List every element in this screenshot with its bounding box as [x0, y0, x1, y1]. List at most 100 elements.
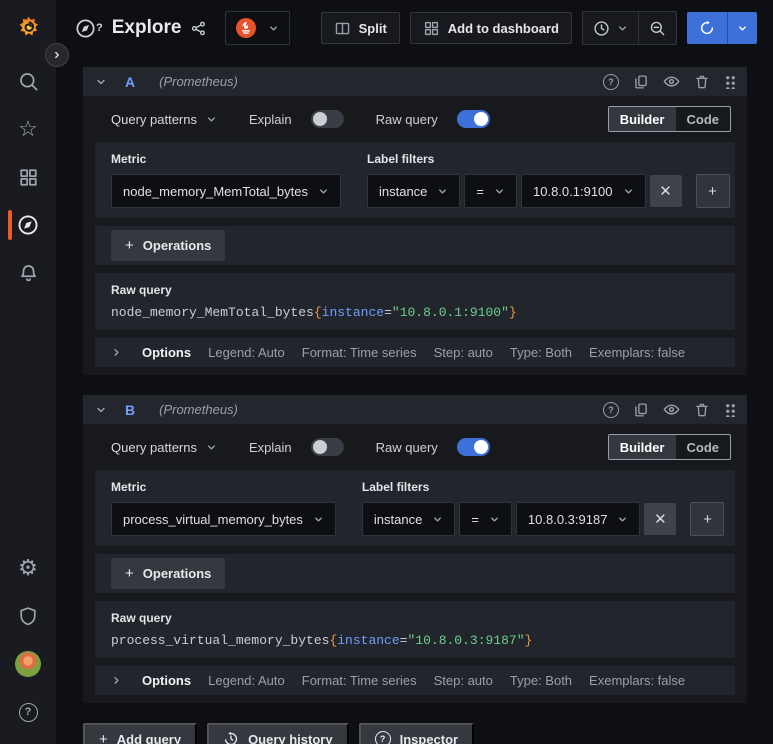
options-row[interactable]: Options Legend: Auto Format: Time series… — [95, 666, 735, 695]
split-button[interactable]: Split — [320, 12, 400, 44]
chevron-down-icon — [437, 186, 448, 197]
remove-filter-button[interactable]: ✕ — [649, 175, 682, 207]
sidebar-item-explore[interactable] — [0, 201, 56, 249]
inspector-button[interactable]: Inspector — [358, 723, 475, 744]
filter-key-select[interactable]: instance — [366, 174, 461, 208]
plus-icon: + — [125, 237, 134, 254]
user-avatar — [15, 651, 41, 677]
raw-query-title: Raw query — [111, 611, 172, 625]
plus-icon: + — [125, 565, 134, 582]
query-row-header[interactable]: A (Prometheus) — [83, 67, 747, 96]
explain-toggle[interactable] — [310, 110, 344, 128]
topbar: Explore Split Add to dashboard — [56, 0, 773, 56]
builder-mode-tab[interactable]: Builder — [608, 107, 676, 131]
label-filters-field: Label filters instance = — [366, 152, 730, 208]
sidebar-item-alerting[interactable] — [0, 249, 56, 297]
add-operations-button[interactable]: + Operations — [111, 558, 226, 589]
query-patterns-dropdown[interactable]: Query patterns — [111, 440, 217, 455]
drag-handle-icon[interactable] — [724, 74, 735, 89]
query-row-header[interactable]: B (Prometheus) — [83, 395, 747, 424]
remove-query-trash-icon[interactable] — [694, 74, 710, 90]
datasource-picker[interactable] — [225, 11, 291, 45]
filter-value-select[interactable]: 10.8.0.3:9187 — [515, 502, 641, 536]
add-to-dashboard-label: Add to dashboard — [447, 20, 559, 36]
metric-select[interactable]: process_virtual_memory_bytes — [111, 502, 336, 536]
sidebar-item-dashboards[interactable] — [0, 153, 56, 201]
metric-select-value: node_memory_MemTotal_bytes — [123, 183, 308, 199]
disable-query-eye-icon[interactable] — [663, 73, 680, 90]
query-ref-id: A — [125, 73, 136, 90]
duplicate-query-icon[interactable] — [633, 74, 649, 90]
remove-filter-button[interactable]: ✕ — [644, 503, 677, 535]
page-title: Explore — [111, 17, 182, 38]
dashboards-grid-icon — [18, 167, 39, 188]
add-operations-button[interactable]: + Operations — [111, 230, 226, 261]
code-mode-tab[interactable]: Code — [676, 435, 730, 459]
share-icon[interactable] — [190, 20, 207, 37]
code-close-brace: } — [508, 305, 517, 320]
code-mode-tab[interactable]: Code — [676, 107, 730, 131]
query-history-button[interactable]: Query history — [207, 723, 349, 744]
query-help-icon[interactable] — [603, 73, 619, 90]
info-circle-icon — [374, 731, 391, 744]
chevron-down-icon — [617, 23, 628, 34]
raw-query-title: Raw query — [111, 283, 172, 297]
label-filters-field: Label filters instance = — [361, 480, 725, 536]
sidebar-nav: ☆ ⚙ — [0, 0, 56, 744]
filter-operator-value: = — [476, 183, 484, 199]
sidebar-item-starred[interactable]: ☆ — [0, 105, 56, 153]
chevron-down-icon — [623, 186, 634, 197]
sidebar-item-server-admin[interactable] — [0, 592, 56, 640]
chevron-down-icon — [318, 186, 329, 197]
options-row[interactable]: Options Legend: Auto Format: Time series… — [95, 338, 735, 367]
filter-operator-select[interactable]: = — [459, 502, 512, 536]
remove-query-trash-icon[interactable] — [694, 402, 710, 418]
refresh-interval-dropdown[interactable] — [727, 12, 757, 44]
metric-select-value: process_virtual_memory_bytes — [123, 511, 303, 527]
query-patterns-dropdown[interactable]: Query patterns — [111, 112, 217, 127]
sidebar-item-configuration[interactable]: ⚙ — [0, 544, 56, 592]
filter-value-select[interactable]: 10.8.0.1:9100 — [521, 174, 646, 208]
filter-key-select[interactable]: instance — [361, 502, 456, 536]
sidebar-expand-button[interactable] — [45, 43, 69, 67]
sidebar-item-profile[interactable] — [0, 640, 56, 688]
raw-query-toggle[interactable] — [456, 438, 490, 456]
explain-toggle[interactable] — [310, 438, 344, 456]
sidebar-item-help[interactable] — [0, 688, 56, 736]
query-history-label: Query history — [248, 731, 333, 744]
run-query-button[interactable] — [687, 12, 727, 44]
metric-select[interactable]: node_memory_MemTotal_bytes — [111, 174, 341, 208]
query-toolbar: Query patterns Explain Raw query Builder… — [95, 106, 735, 142]
grafana-logo-icon[interactable] — [15, 15, 42, 47]
star-icon: ☆ — [18, 116, 38, 141]
add-filter-button[interactable]: + — [690, 502, 725, 536]
sidebar-item-search[interactable] — [0, 57, 56, 105]
chevron-down-icon — [489, 514, 500, 525]
chevron-right-icon — [111, 347, 122, 358]
drag-handle-icon[interactable] — [724, 402, 735, 417]
time-range-button[interactable] — [583, 12, 638, 44]
zoom-out-button[interactable] — [638, 12, 676, 44]
raw-query-toggle[interactable] — [456, 110, 490, 128]
metric-labels-card: Metric node_memory_MemTotal_bytes Label … — [95, 142, 735, 218]
options-format: Format: Time series — [301, 673, 417, 688]
metric-field: Metric process_virtual_memory_bytes — [111, 480, 336, 536]
duplicate-query-icon[interactable] — [633, 402, 649, 418]
explore-compass-icon — [17, 214, 39, 236]
explain-label: Explain — [249, 439, 292, 455]
editor-mode-switch: Builder Code — [607, 434, 731, 460]
collapse-chevron-icon[interactable] — [95, 404, 107, 416]
history-icon — [223, 731, 239, 744]
filter-operator-select[interactable]: = — [464, 174, 517, 208]
add-to-dashboard-button[interactable]: Add to dashboard — [409, 12, 572, 44]
add-query-button[interactable]: + Add query — [83, 723, 198, 744]
builder-mode-tab[interactable]: Builder — [608, 435, 676, 459]
help-icon — [18, 702, 38, 722]
chevron-down-icon — [206, 114, 217, 125]
add-filter-button[interactable]: + — [695, 174, 730, 208]
query-help-icon[interactable] — [603, 401, 619, 418]
disable-query-eye-icon[interactable] — [663, 401, 680, 418]
query-patterns-label: Query patterns — [111, 439, 197, 455]
collapse-chevron-icon[interactable] — [95, 76, 107, 88]
apps-grid-icon — [423, 20, 440, 37]
